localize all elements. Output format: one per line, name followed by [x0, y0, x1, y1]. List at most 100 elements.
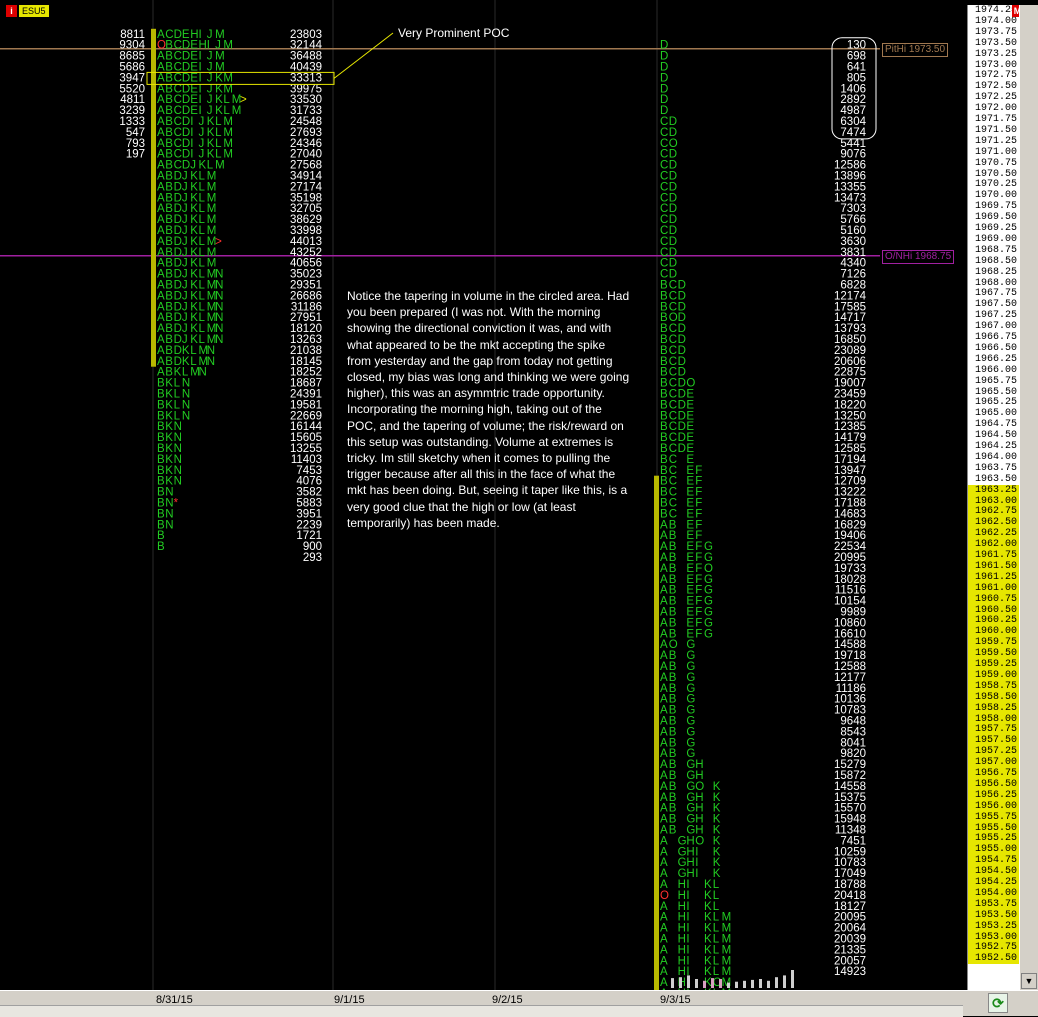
price-tick-label: 1961.25	[968, 571, 1020, 583]
price-tick-label: 1954.50	[968, 866, 1020, 878]
horizontal-scrollbar[interactable]	[0, 1005, 963, 1017]
price-tick-label: 1970.75	[974, 157, 1017, 169]
price-tick-label: 1966.75	[974, 332, 1017, 343]
tpo-letter: F	[695, 628, 702, 640]
volume-label-right: 14923	[834, 966, 866, 978]
tpo-letter: B	[157, 541, 165, 553]
price-tick-label: 1957.75	[968, 724, 1020, 736]
price-tick-label: 1962.50	[968, 517, 1020, 529]
price-tick-label: 1970.00	[974, 190, 1017, 202]
price-tick-label: 1964.75	[974, 419, 1017, 431]
price-tick-label: 1968.00	[974, 277, 1017, 289]
price-tick-label: 1967.25	[974, 310, 1017, 322]
symbol-label: ESU5	[19, 5, 49, 17]
price-tick-label: 1966.25	[974, 353, 1017, 365]
price-tick-label: 1953.50	[968, 909, 1020, 921]
volume-tick	[743, 980, 746, 988]
price-tick-label: 1969.75	[974, 201, 1017, 213]
price-tick-label: 1974.00	[974, 15, 1017, 27]
price-tick-label: 1963.25	[968, 484, 1020, 496]
price-tick-label: 1970.25	[974, 179, 1017, 191]
price-tick-label: 1968.50	[974, 255, 1017, 267]
market-profile-chart[interactable]: 8811 9304 8685 5686 3947 5520 4811 3239 1333 547 7…	[0, 0, 967, 990]
scroll-down-icon[interactable]: ▼	[1021, 973, 1037, 989]
price-tick-label: 1955.50	[968, 822, 1020, 834]
price-tick-label: 1959.00	[968, 669, 1020, 681]
price-axis[interactable]: 1974.25 1974.00 1973.75 1973.50 1973.25 1973.…	[967, 5, 1020, 990]
volume-tick	[735, 981, 738, 988]
tpo-letter: M	[223, 40, 233, 52]
refresh-icon[interactable]: ⟳	[988, 993, 1008, 1013]
price-tick-label: 1965.25	[974, 397, 1017, 409]
price-tick-label: 1971.00	[974, 146, 1017, 158]
price-tick-label: 1960.00	[968, 626, 1020, 638]
tpo-letter: B	[669, 825, 677, 837]
price-tick-label: 1959.25	[968, 659, 1020, 670]
price-tick-label: 1972.75	[974, 70, 1017, 82]
tpo-letter: M	[232, 105, 242, 117]
price-tick-label: 1969.50	[974, 212, 1017, 224]
tpo-letter: *	[174, 498, 179, 510]
volume-tick	[687, 975, 690, 988]
tpo-letter: M	[223, 149, 233, 161]
price-tick-label: 1967.50	[974, 299, 1017, 311]
tpo-letter: N	[207, 356, 215, 368]
price-tick-label: 1956.50	[968, 778, 1020, 790]
vertical-scrollbar[interactable]: ▼	[1019, 5, 1038, 990]
tpo-letter: N	[199, 367, 207, 379]
volume-tick	[791, 970, 794, 988]
tpo-letter: N	[165, 519, 173, 531]
price-tick-label: 1973.75	[974, 26, 1017, 38]
volume-tick	[695, 979, 698, 988]
price-tick-label: 1964.25	[974, 441, 1017, 452]
price-tick-label: 1957.50	[968, 735, 1020, 747]
annotation-note: Notice the tapering in volume in the cir…	[347, 289, 630, 530]
price-tick-label: 1961.50	[968, 560, 1020, 572]
price-tick-label: 1960.75	[968, 593, 1020, 605]
price-tick-label: 1965.75	[974, 375, 1017, 387]
price-tick-label: 1964.50	[974, 430, 1017, 442]
tpo-letter: N	[215, 334, 223, 346]
pit-high-label: PitHi 1973.50	[882, 42, 949, 57]
price-tick-label: 1958.50	[968, 691, 1020, 703]
tpo-letter: I	[695, 868, 698, 880]
price-tick-label: 1966.00	[974, 364, 1017, 376]
price-tick-label: 1971.25	[974, 135, 1017, 147]
tpo-letter: M	[215, 160, 225, 172]
price-tick-label: 1972.00	[974, 103, 1017, 115]
price-tick-label: 1955.75	[968, 811, 1020, 823]
price-tick-label: 1952.75	[968, 942, 1020, 954]
price-tick-label: 1962.75	[968, 506, 1020, 518]
price-tick-label: 1952.50	[968, 953, 1020, 965]
info-icon[interactable]: i	[6, 5, 17, 17]
volume-tick	[711, 978, 714, 988]
price-tick-label: 1967.00	[974, 321, 1017, 333]
price-tick-label: 1954.25	[968, 877, 1020, 888]
price-tick-label: 1963.50	[974, 473, 1017, 485]
volume-tick	[719, 979, 722, 988]
price-tick-label: 1953.75	[968, 898, 1020, 910]
price-tick-label: 1954.75	[968, 855, 1020, 867]
price-tick-label: 1954.00	[968, 887, 1020, 899]
price-tick-label: 1963.75	[974, 462, 1017, 474]
price-tick-label: 1969.25	[974, 223, 1017, 234]
price-tick-label: 1972.25	[974, 92, 1017, 104]
price-tick-label: 1964.00	[974, 451, 1017, 463]
profile-bar	[151, 28, 156, 367]
tpo-letter: D	[678, 443, 686, 455]
price-tick-label: 1961.00	[968, 582, 1020, 594]
overnight-high-label: O/NHi 1968.75	[882, 249, 955, 264]
price-tick-label: 1959.50	[968, 648, 1020, 660]
tpo-letter: G	[704, 628, 713, 640]
price-tick-label: 1962.00	[968, 539, 1020, 551]
price-tick-label: 1968.75	[974, 244, 1017, 256]
volume-tick	[775, 977, 778, 988]
price-tick-label: 1957.25	[968, 746, 1020, 758]
price-tick-label: 1957.00	[968, 757, 1020, 769]
volume-tick	[703, 980, 706, 988]
price-tick-label: 1955.25	[968, 833, 1020, 845]
symbol-tag[interactable]: i ESU5	[6, 5, 49, 17]
price-tick-label: 1956.00	[968, 800, 1020, 812]
price-tick-label: 1970.50	[974, 168, 1017, 180]
price-tick-label: 1973.00	[974, 59, 1017, 71]
